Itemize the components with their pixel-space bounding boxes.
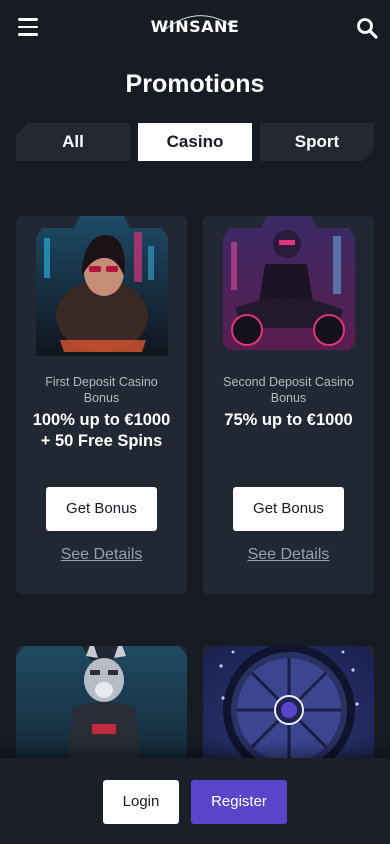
promotion-category-tabs: All Casino Sport: [16, 123, 374, 161]
promo-headline: 75% up to €1000: [224, 411, 353, 429]
promo-image-cyber-dog: [16, 646, 187, 766]
search-icon[interactable]: [356, 17, 378, 39]
register-button[interactable]: Register: [191, 780, 287, 824]
promotion-card-second-deposit: Second Deposit Casino Bonus 75% up to €1…: [203, 216, 374, 594]
page-title: Promotions: [125, 70, 265, 98]
promo-image-wheel-of-fortune: [203, 646, 374, 766]
hamburger-menu-icon[interactable]: [18, 18, 38, 36]
login-button[interactable]: Login: [103, 780, 179, 824]
see-details-link[interactable]: See Details: [203, 546, 374, 564]
promo-headline: 100% up to €1000 + 50 Free Spins: [32, 411, 171, 450]
auth-bottom-bar: Login Register: [0, 758, 390, 844]
get-bonus-button[interactable]: Get Bonus: [233, 487, 344, 531]
promotion-card-fourth: [203, 646, 374, 766]
promotion-card-third: [16, 646, 187, 766]
top-header: WINSANE: [0, 0, 390, 58]
promotion-card-first-deposit: First Deposit Casino Bonus 100% up to €1…: [16, 216, 187, 594]
see-details-link[interactable]: See Details: [16, 546, 187, 564]
promo-subtitle: Second Deposit Casino Bonus: [223, 375, 354, 405]
winsane-logo[interactable]: WINSANE: [135, 17, 255, 39]
promo-image-cyberpunk-woman: [16, 216, 187, 358]
promo-image-cyberpunk-motorcyclist: [223, 216, 355, 350]
tab-casino[interactable]: Casino: [138, 123, 252, 161]
tab-all[interactable]: All: [16, 123, 130, 161]
get-bonus-button[interactable]: Get Bonus: [46, 487, 157, 531]
promo-subtitle: First Deposit Casino Bonus: [45, 375, 158, 405]
tab-sport[interactable]: Sport: [260, 123, 374, 161]
